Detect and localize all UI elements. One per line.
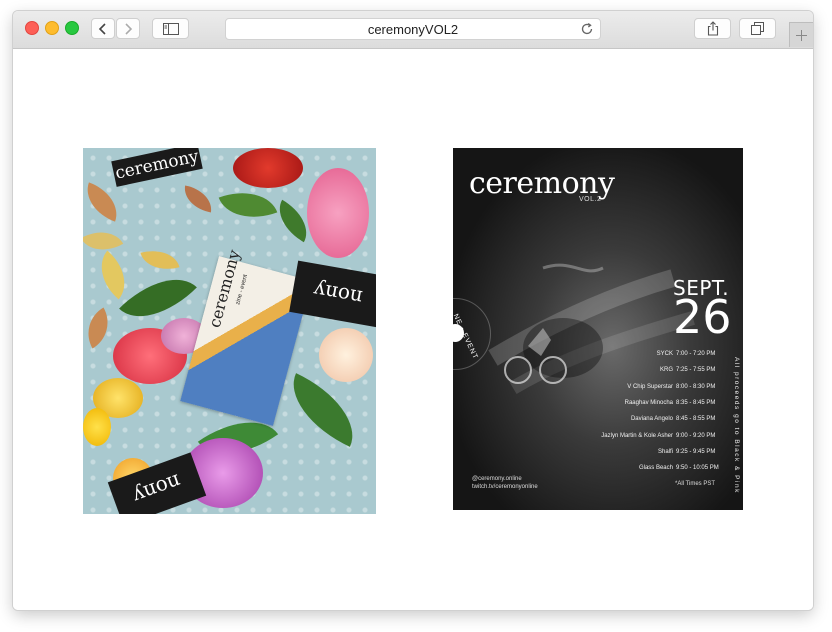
ceremony-label-card: ceremony (111, 148, 203, 187)
event-poster[interactable]: NE • EVENT ceremony VOL.2 SEPT. 26 SYCK 7… (453, 148, 743, 510)
browser-window: ceremonyVOL2 ceremony zine - event cerem… (13, 11, 813, 610)
chevron-left-icon (98, 22, 106, 35)
leaf (181, 185, 215, 213)
performer-time: 9:00 - 9:20 PM (676, 433, 716, 439)
performer-name: V Chip Superstar (627, 384, 673, 390)
address-bar[interactable]: ceremonyVOL2 (225, 18, 601, 40)
poster-day: 26 (673, 290, 732, 344)
share-button[interactable] (694, 18, 731, 39)
tabs-icon (751, 22, 764, 35)
minimize-window-button[interactable] (45, 21, 59, 35)
forward-button[interactable] (116, 18, 140, 39)
schedule-row: V Chip Superstar 8:00 - 8:30 PM (603, 384, 743, 396)
peach-flower (319, 328, 373, 382)
poster-volume: VOL.2 (579, 196, 602, 203)
performer-time: 8:35 - 8:45 PM (676, 400, 716, 406)
page-content: ceremony zine - event ceremony nony nony… (13, 49, 813, 610)
flowers-zine-photo[interactable]: ceremony zine - event ceremony nony nony (83, 148, 376, 514)
close-window-button[interactable] (25, 21, 39, 35)
leaf (88, 250, 138, 300)
performer-name: Raaghav Minocha (624, 400, 673, 406)
leaf (140, 244, 180, 276)
schedule-row: Raaghav Minocha 8:35 - 8:45 PM (603, 400, 743, 412)
performer-name: Daviana Angelo (630, 416, 673, 422)
reload-icon[interactable] (580, 22, 594, 36)
zoom-window-button[interactable] (65, 21, 79, 35)
plus-icon (796, 29, 807, 41)
zine-booklet: ceremony zine - event (180, 248, 312, 426)
performer-name: Jazlyn Martin & Kole Asher (601, 433, 673, 439)
page-title: ceremonyVOL2 (367, 21, 459, 37)
browser-toolbar: ceremonyVOL2 (13, 11, 813, 49)
performer-name: Glass Beach (638, 465, 673, 471)
poster-footer: @ceremony.online twitch.tv/ceremonyonlin… (472, 475, 538, 491)
sidebar-button[interactable] (152, 18, 189, 39)
tab-overview-button[interactable] (739, 18, 776, 39)
green-leaf (277, 373, 369, 447)
performer-time: 8:45 - 8:55 PM (676, 416, 716, 422)
schedule-row: Daviana Angelo 8:45 - 8:55 PM (603, 416, 743, 428)
performer-time: 9:50 - 10:05 PM (676, 465, 719, 471)
share-icon (707, 21, 718, 36)
twitch-link: twitch.tv/ceremonyonline (472, 484, 538, 490)
performer-time: 9:25 - 9:45 PM (676, 449, 716, 455)
performer-time: 7:25 - 7:55 PM (676, 367, 716, 373)
performer-time: 7:00 - 7:20 PM (676, 351, 716, 357)
performer-name: SYCK (656, 351, 673, 357)
leaf (83, 307, 119, 349)
ceremony-label-card: nony (289, 260, 376, 328)
red-bow (233, 148, 303, 188)
leaf (83, 182, 125, 222)
schedule-row: Shalfi 9:25 - 9:45 PM (603, 449, 743, 461)
back-button[interactable] (91, 18, 115, 39)
schedule-row: SYCK 7:00 - 7:20 PM (603, 351, 743, 363)
schedule-row: KRG 7:25 - 7:55 PM (603, 367, 743, 379)
pink-flowers (307, 168, 369, 258)
social-handle: @ceremony.online (472, 476, 522, 482)
chevron-right-icon (125, 22, 133, 35)
proceeds-note: All proceeds go to Black & Pink (733, 357, 740, 494)
yellow-flower (83, 408, 111, 446)
sidebar-icon (162, 22, 179, 35)
timezone-note: *All Times PST (675, 481, 716, 487)
schedule-row: Jazlyn Martin & Kole Asher 9:00 - 9:20 PM (601, 433, 743, 445)
zine-subtitle: zine - event (235, 273, 250, 306)
performer-name: KRG (659, 367, 673, 373)
zine-title: ceremony (204, 247, 244, 330)
new-tab-button[interactable] (789, 22, 813, 47)
performer-name: Shalfi (657, 449, 673, 455)
schedule-row: Glass Beach 9:50 - 10:05 PM (603, 465, 743, 477)
performer-time: 8:00 - 8:30 PM (676, 384, 716, 390)
